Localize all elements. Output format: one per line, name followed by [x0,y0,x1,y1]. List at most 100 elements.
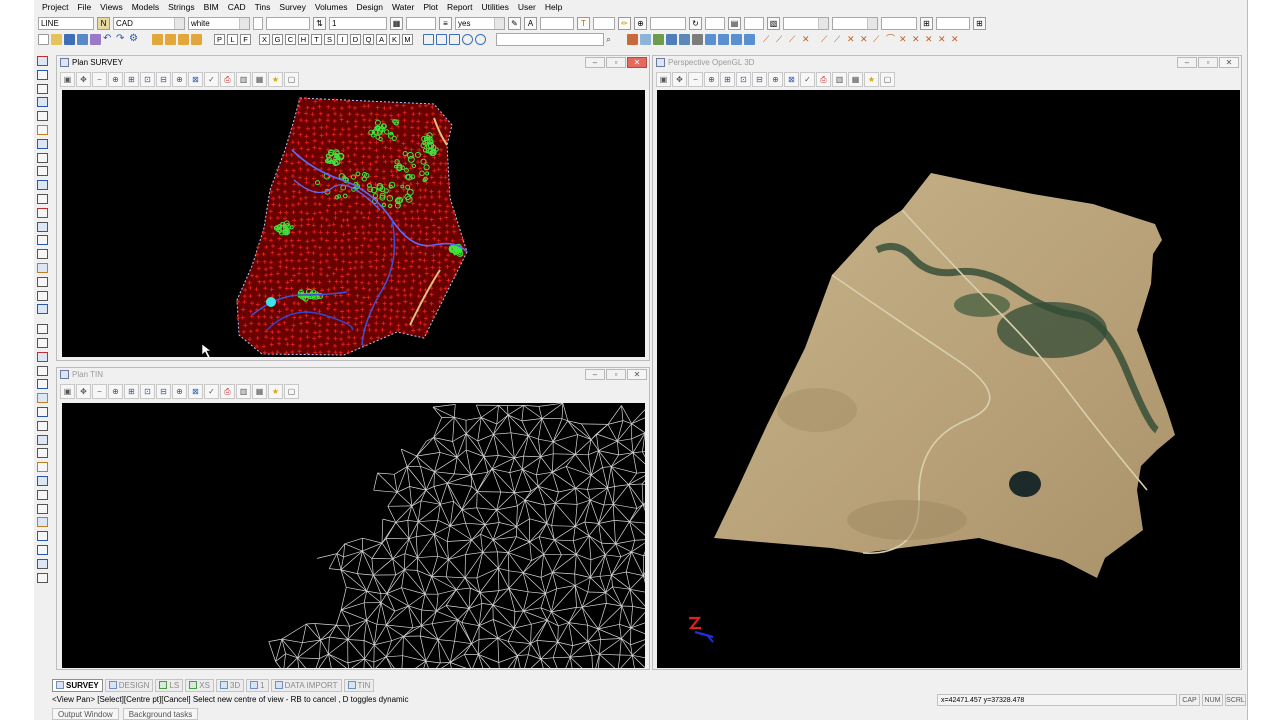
measure-icon[interactable]: ⊕ [172,71,187,87]
cad-tool-4-icon[interactable] [37,97,48,108]
hatch-icon[interactable]: ▤ [728,16,741,30]
fill-select[interactable] [832,16,878,30]
zoom-fit-icon[interactable]: ⊡ [736,71,751,87]
minimize-button[interactable]: – [1177,57,1197,68]
fill-field[interactable] [881,16,917,30]
snap-icon[interactable]: ⊠ [784,71,799,87]
menu-water[interactable]: Water [392,2,414,12]
undo-icon[interactable]: ↶ [103,33,114,45]
cad-tool-9-icon[interactable] [37,166,48,177]
cad-tool-14-icon[interactable] [37,235,48,246]
window-icon[interactable]: ▢ [880,71,895,87]
menu-strings[interactable]: Strings [168,2,194,12]
cad-tool-10-icon[interactable] [37,180,48,191]
snap-i-button[interactable]: I [337,33,348,45]
colour-select[interactable]: white [188,16,250,30]
symbol-icon[interactable]: ⊕ [634,16,647,30]
close-button[interactable]: ✕ [1219,57,1239,68]
tab-design[interactable]: DESIGN [104,678,154,692]
zoom-box-icon[interactable]: ⊞ [124,71,139,87]
pan-icon[interactable]: ✥ [672,71,687,87]
plan-tin-window[interactable]: Plan TIN – ▫ ✕ ▣ ✥ − ⊕ ⊞ ⊡ ⊟ ⊕ ⊠ ✓ ⎙ ▥ ▦ ★ ▢ [56,367,650,670]
cad-tool-30-icon[interactable] [37,462,48,473]
plan-survey-titlebar[interactable]: Plan SURVEY – ▫ ✕ [57,56,649,69]
pattern-icon[interactable]: ▧ [767,16,780,30]
cad-cut-icon[interactable]: ✕ [912,34,923,45]
snap-l-button[interactable]: L [227,33,238,45]
cad-tool-34-icon[interactable] [37,517,48,528]
cad-tool-7-icon[interactable] [37,138,48,149]
zoom-scale-icon[interactable] [449,33,460,45]
cad-tool-27-icon[interactable] [37,420,48,431]
measure-icon[interactable]: ⊕ [768,71,783,87]
pan-icon[interactable]: ✥ [76,71,91,87]
zoom-in-icon[interactable]: ⊕ [108,71,123,87]
zoom-in-icon[interactable]: ⊕ [108,383,123,399]
cad-tool-37-icon[interactable] [37,558,48,569]
chevron-down-icon[interactable] [494,17,504,29]
snap-h-button[interactable]: H [298,33,309,45]
new-icon[interactable]: ▣ [656,71,671,87]
snap-q-button[interactable]: Q [363,33,374,45]
menu-user[interactable]: User [518,2,536,12]
edit-icon[interactable] [627,33,638,45]
copy-icon[interactable]: ⎙ [220,383,235,399]
legend-icon[interactable]: ▥ [236,383,251,399]
perspective-canvas[interactable] [657,90,1240,668]
text-size-field[interactable] [540,16,574,30]
background-tasks-tab[interactable]: Background tasks [122,708,199,720]
chevron-down-icon[interactable] [239,17,249,29]
folder-up-icon[interactable] [165,33,176,45]
menu-plot[interactable]: Plot [423,2,438,12]
zoom-previous-icon[interactable]: ⊟ [156,71,171,87]
cad-tool-13-icon[interactable] [37,221,48,232]
tab-xs[interactable]: XS [185,678,214,692]
cad-tool-24-icon[interactable] [37,379,48,390]
measure-icon[interactable]: ⊕ [172,383,187,399]
snap-icon[interactable]: ⊠ [188,383,203,399]
cad-tool-33-icon[interactable] [37,503,48,514]
pencil-icon[interactable]: ✏ [618,16,631,30]
text-icon[interactable]: T [577,16,590,30]
save-icon[interactable] [64,33,75,45]
cad-trim-icon[interactable]: ✕ [847,34,858,45]
folder-icon[interactable] [152,33,163,45]
menu-survey[interactable]: Survey [279,2,305,12]
favourite-icon[interactable]: ▦ [848,71,863,87]
cad-tool-2-icon[interactable] [37,69,48,80]
close-button[interactable]: ✕ [627,369,647,380]
cad-tool-6-icon[interactable] [37,125,48,135]
cad-extend-icon[interactable]: ✕ [860,34,871,45]
tab-survey[interactable]: SURVEY [52,678,103,692]
zoom-previous-icon[interactable]: ⊟ [156,383,171,399]
pattern-select[interactable] [783,16,829,30]
apply-icon[interactable]: ⊞ [973,16,986,30]
rotate-icon[interactable]: ↻ [689,16,702,30]
cad-tool-18-icon[interactable] [37,290,48,301]
zoom-fit-icon[interactable]: ⊡ [140,71,155,87]
copy-icon[interactable]: ⎙ [220,71,235,87]
cad-tool-3-icon[interactable] [37,83,48,94]
snap-icon[interactable]: ⊠ [188,71,203,87]
plot-icon[interactable] [90,33,101,45]
menu-file[interactable]: File [77,2,91,12]
linestyle-icon[interactable]: ≡ [439,16,452,30]
favourite-icon[interactable]: ▦ [252,383,267,399]
close-button[interactable]: ✕ [627,57,647,68]
cad-tool-25-icon[interactable] [37,393,48,404]
legend-icon[interactable]: ▥ [236,71,251,87]
cad-tool-8-icon[interactable] [37,152,48,163]
name-icon[interactable]: N [97,16,110,30]
cad-tool-35-icon[interactable] [37,531,48,542]
cad-tool-22-icon[interactable] [37,351,48,362]
cad-tool-20-icon[interactable] [37,324,48,335]
copy-icon[interactable]: ⎙ [816,71,831,87]
zoom-out-icon[interactable]: − [92,383,107,399]
snap-a-button[interactable]: A [376,33,387,45]
favourite-icon[interactable]: ▦ [252,71,267,87]
plot-icon[interactable]: ✓ [204,71,219,87]
plan-tin-canvas[interactable] [62,403,645,668]
command-input[interactable]: LINE [38,16,94,30]
cad-line-icon[interactable]: ⟋ [821,34,832,45]
new-icon[interactable]: ▣ [60,71,75,87]
